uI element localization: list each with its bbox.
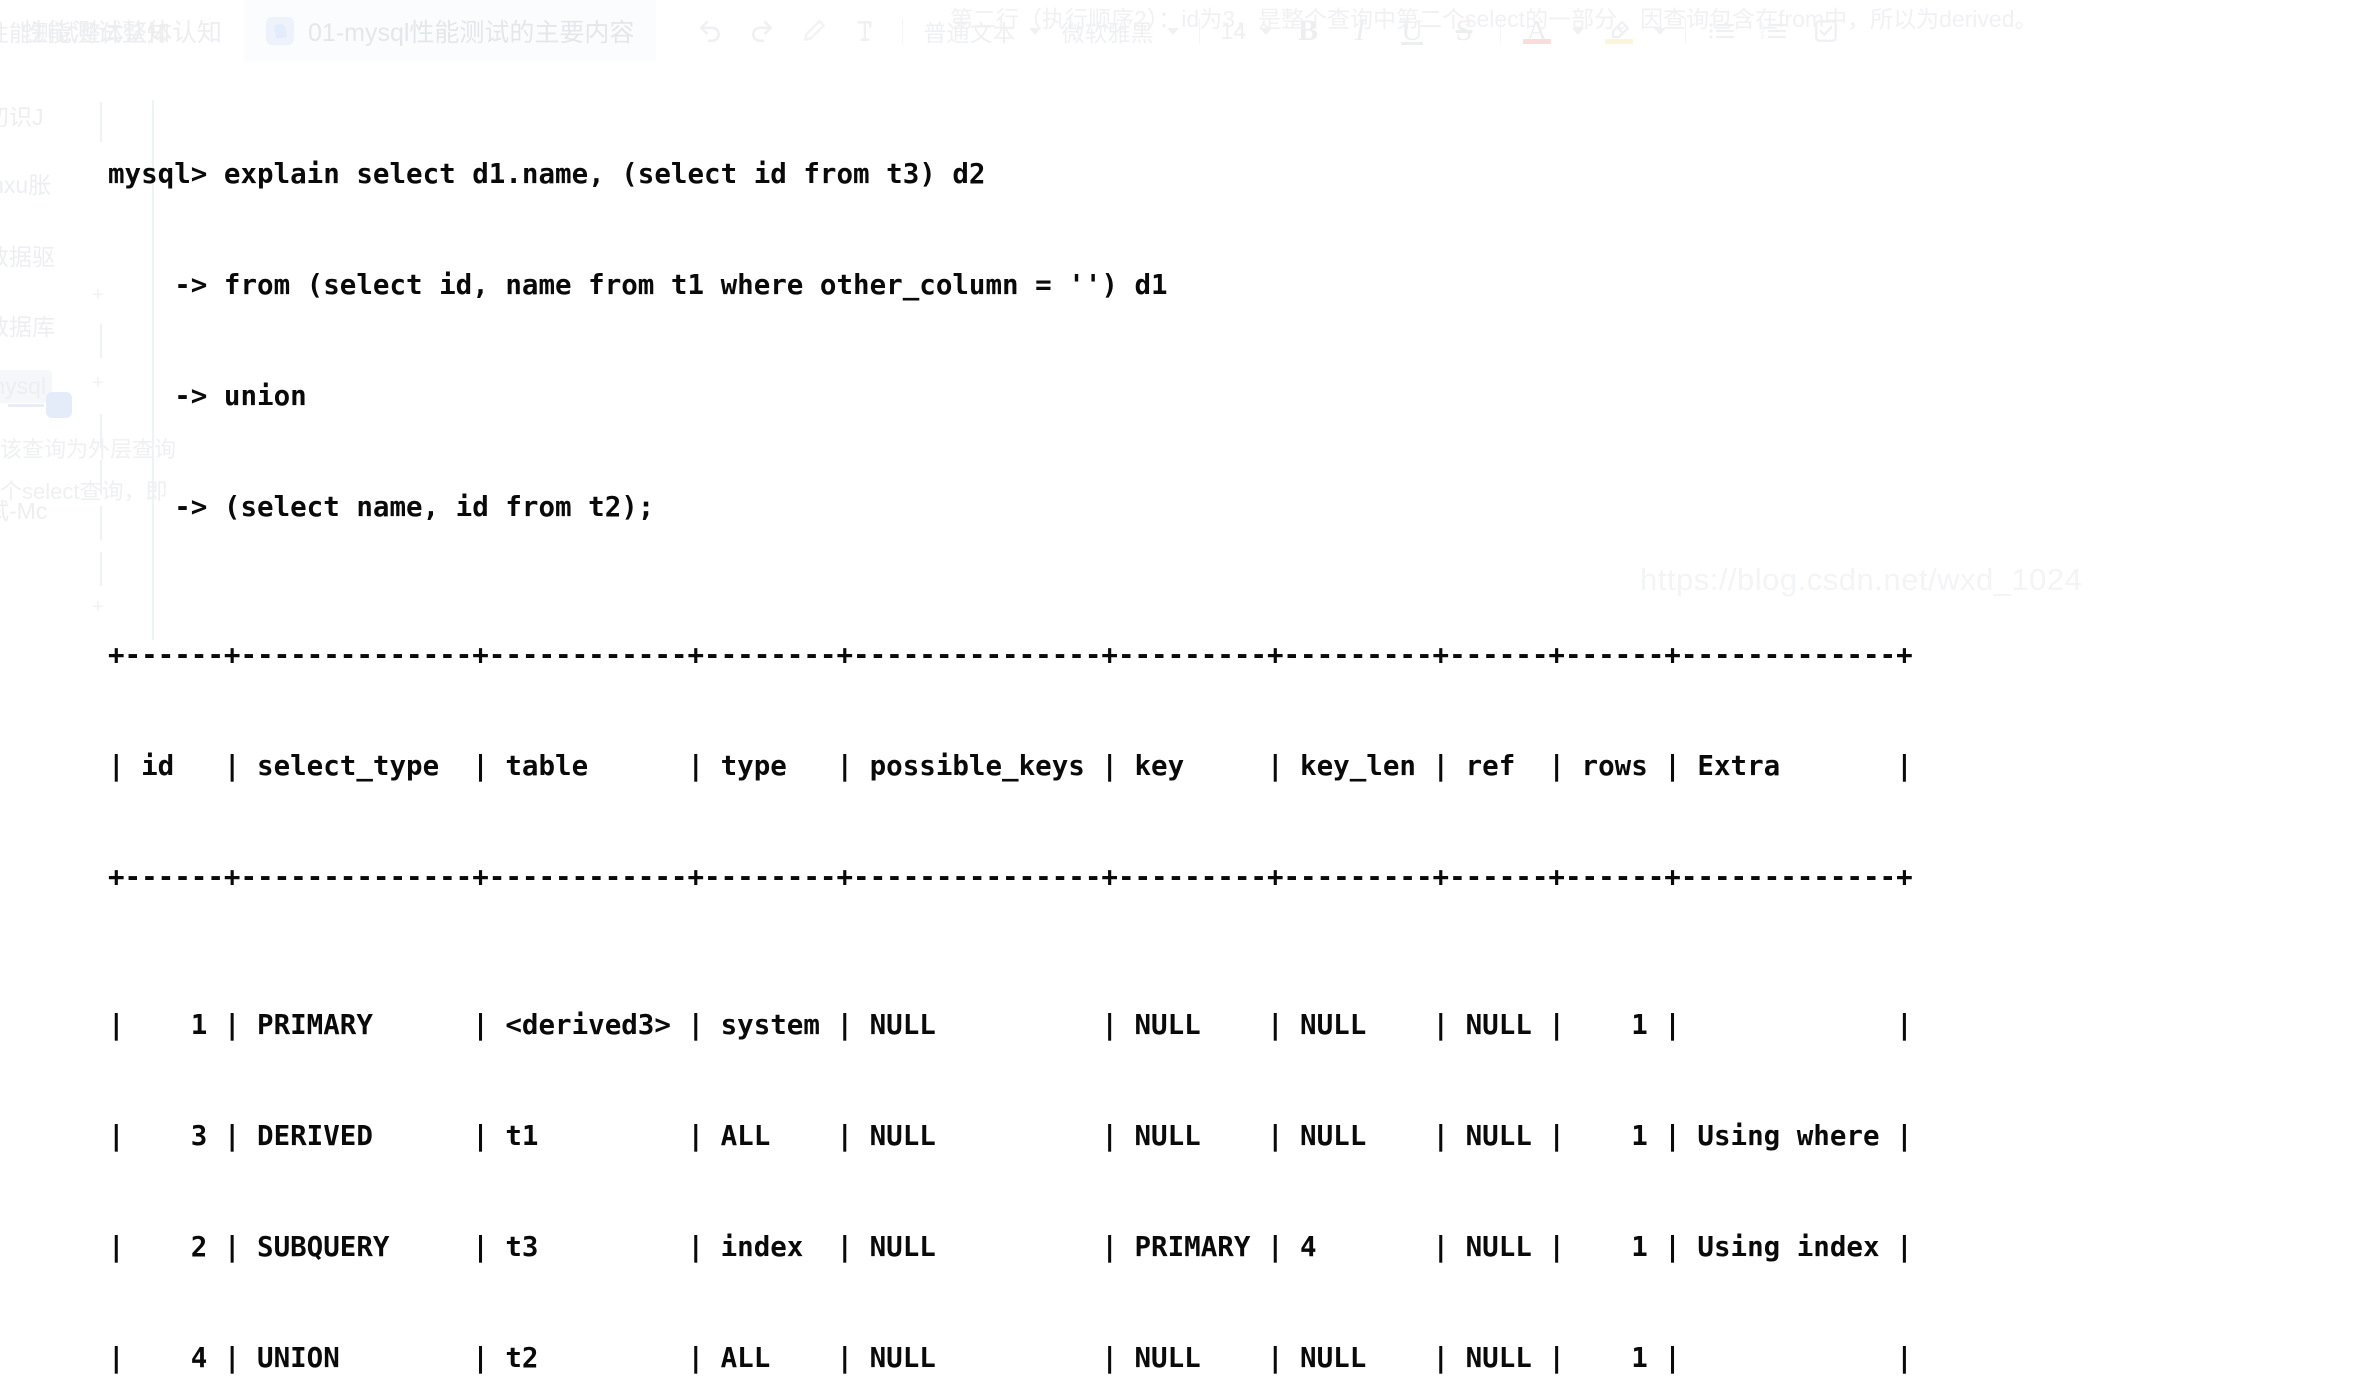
paragraph-style-select[interactable]: 普通文本 — [913, 9, 1051, 53]
outline-tick — [100, 552, 102, 586]
numbered-list-icon[interactable]: 1 2 3 — [1748, 9, 1800, 53]
editor-toolbar: 普通文本 微软雅黑 14 B I U S A 1 2 3 — [684, 0, 1852, 62]
format-painter-icon[interactable] — [788, 9, 840, 53]
table-rule-top: +------+--------------+------------+----… — [108, 639, 1913, 671]
highlight-swatch — [1605, 39, 1634, 44]
font-size-value: 14 — [1220, 17, 1247, 44]
chevron-down-icon — [1260, 27, 1273, 35]
outline-plus-icon: + — [92, 284, 104, 306]
outline-tick — [100, 414, 102, 448]
table-row: | 4 | UNION | t2 | ALL | NULL | NULL | N… — [108, 1342, 1913, 1374]
bold-button[interactable]: B — [1282, 9, 1334, 53]
mysql-console-output: mysql> explain select d1.name, (select i… — [108, 82, 1913, 1396]
tab-strip: 性能测试整体认知 01-mysql性能测试的主要内容 — [0, 0, 657, 62]
underline-button[interactable]: U — [1386, 9, 1438, 53]
sidebar-item-4[interactable]: 数据库 — [0, 308, 55, 342]
annotation-bullet — [8, 392, 72, 418]
font-color-button[interactable]: A — [1511, 9, 1563, 53]
top-bar: 性能测试整体认知 01-mysql性能测试的主要内容 普通文本 微软雅黑 14 … — [0, 0, 2354, 62]
sidebar-item-5[interactable]: mysql — [0, 370, 53, 403]
chevron-down-icon — [1572, 27, 1585, 35]
font-color-dropdown[interactable] — [1563, 9, 1593, 53]
outline-tick — [100, 460, 102, 494]
note-icon — [266, 17, 295, 45]
checklist-icon[interactable] — [1800, 9, 1852, 53]
outline-tick — [100, 324, 102, 358]
left-sidebar: 性能测试整体认知 初识J inxu胀 数据驱 数据库 mysql 试-Mc — [0, 20, 170, 698]
table-row: | 2 | SUBQUERY | t3 | index | NULL | PRI… — [108, 1231, 1913, 1263]
highlight-button[interactable] — [1593, 9, 1645, 53]
paragraph-style-value: 普通文本 — [923, 20, 1016, 46]
console-prompt-line-2: -> union — [108, 380, 307, 412]
table-rule-header: +------+--------------+------------+----… — [108, 861, 1913, 893]
redo-icon[interactable] — [736, 9, 788, 53]
font-color-swatch — [1523, 39, 1552, 44]
outline-tick — [100, 506, 102, 540]
highlight-dropdown[interactable] — [1645, 9, 1675, 53]
clear-format-icon[interactable] — [840, 9, 892, 53]
console-prompt-line-1: -> from (select id, name from t1 where o… — [108, 269, 1168, 301]
table-row: | 1 | PRIMARY | <derived3> | system | NU… — [108, 1009, 1913, 1041]
svg-text:3: 3 — [1760, 34, 1764, 42]
font-size-select[interactable]: 14 — [1210, 9, 1282, 53]
italic-button[interactable]: I — [1334, 9, 1386, 53]
sidebar-item-1[interactable]: 初识J — [0, 98, 44, 132]
undo-icon[interactable] — [684, 9, 736, 53]
tab-performance-overview[interactable]: 性能测试整体认知 — [0, 0, 244, 62]
chevron-down-icon — [1167, 27, 1180, 35]
toolbar-divider — [1500, 18, 1502, 44]
chevron-down-icon — [1029, 27, 1042, 35]
bullet-list-icon[interactable] — [1696, 9, 1748, 53]
outline-tick — [100, 102, 102, 142]
tab-mysql-perf-content[interactable]: 01-mysql性能测试的主要内容 — [244, 0, 657, 62]
sidebar-item-6[interactable]: 试-Mc — [0, 492, 47, 526]
tab-label: 01-mysql性能测试的主要内容 — [308, 19, 635, 47]
sidebar-item-2[interactable]: inxu胀 — [0, 166, 51, 200]
strikethrough-button[interactable]: S — [1438, 9, 1490, 53]
font-family-value: 微软雅黑 — [1061, 20, 1154, 46]
toolbar-divider — [1199, 18, 1201, 44]
font-family-select[interactable]: 微软雅黑 — [1051, 9, 1189, 53]
sidebar-item-3[interactable]: 数据驱 — [0, 238, 55, 272]
toolbar-divider — [1685, 18, 1687, 44]
table-row: | 3 | DERIVED | t1 | ALL | NULL | NULL |… — [108, 1120, 1913, 1152]
annotation-dash — [8, 403, 44, 407]
table-header-row: | id | select_type | table | type | poss… — [108, 750, 1913, 782]
toolbar-divider — [902, 18, 904, 44]
console-prompt-line-0: mysql> explain select d1.name, (select i… — [108, 158, 986, 190]
console-prompt-line-3: -> (select name, id from t2); — [108, 491, 655, 523]
annotation-chip — [46, 392, 72, 418]
outline-plus-icon: + — [92, 372, 104, 394]
tab-label: 性能测试整体认知 — [22, 19, 223, 47]
chevron-down-icon — [1654, 27, 1667, 35]
outline-plus-icon: + — [92, 596, 104, 618]
